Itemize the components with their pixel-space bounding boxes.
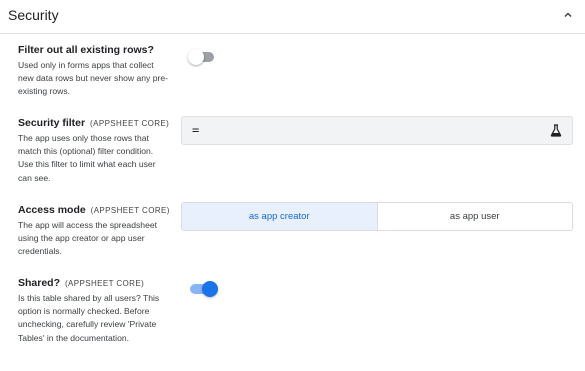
shared-setting: Shared? (APPSHEET CORE) Is this table sh… [18, 277, 578, 345]
filter-rows-setting: Filter out all existing rows? Used only … [18, 44, 578, 99]
toggle-knob [202, 281, 218, 297]
access-mode-description: The app will access the spreadsheet usin… [18, 220, 158, 257]
toggle-knob [188, 49, 204, 65]
shared-label: Shared? [18, 277, 61, 289]
security-filter-label: Security filter [18, 117, 86, 129]
shared-toggle[interactable] [188, 281, 218, 297]
section-title: Security [8, 7, 59, 23]
filter-rows-description: Used only in forms apps that collect new… [18, 60, 168, 97]
access-mode-selector[interactable]: as app creator as app user [181, 202, 573, 231]
shared-description: Is this table shared by all users? This … [18, 293, 160, 343]
access-mode-option-app-user[interactable]: as app user [377, 203, 572, 230]
appsheet-core-tag: (APPSHEET CORE) [64, 279, 145, 288]
flask-icon[interactable] [550, 124, 562, 137]
chevron-up-icon[interactable] [563, 10, 573, 20]
access-mode-label: Access mode [18, 204, 86, 216]
security-filter-input[interactable]: = [181, 116, 573, 145]
security-filter-value: = [192, 123, 200, 137]
access-mode-option-app-creator[interactable]: as app creator [182, 203, 378, 230]
appsheet-core-tag: (APPSHEET CORE) [90, 119, 170, 128]
filter-rows-label: Filter out all existing rows? [18, 44, 154, 56]
appsheet-core-tag: (APPSHEET CORE) [90, 206, 170, 215]
section-header[interactable]: Security [0, 0, 585, 34]
filter-rows-toggle[interactable] [188, 49, 218, 65]
security-filter-description: The app uses only those rows that match … [18, 133, 156, 183]
